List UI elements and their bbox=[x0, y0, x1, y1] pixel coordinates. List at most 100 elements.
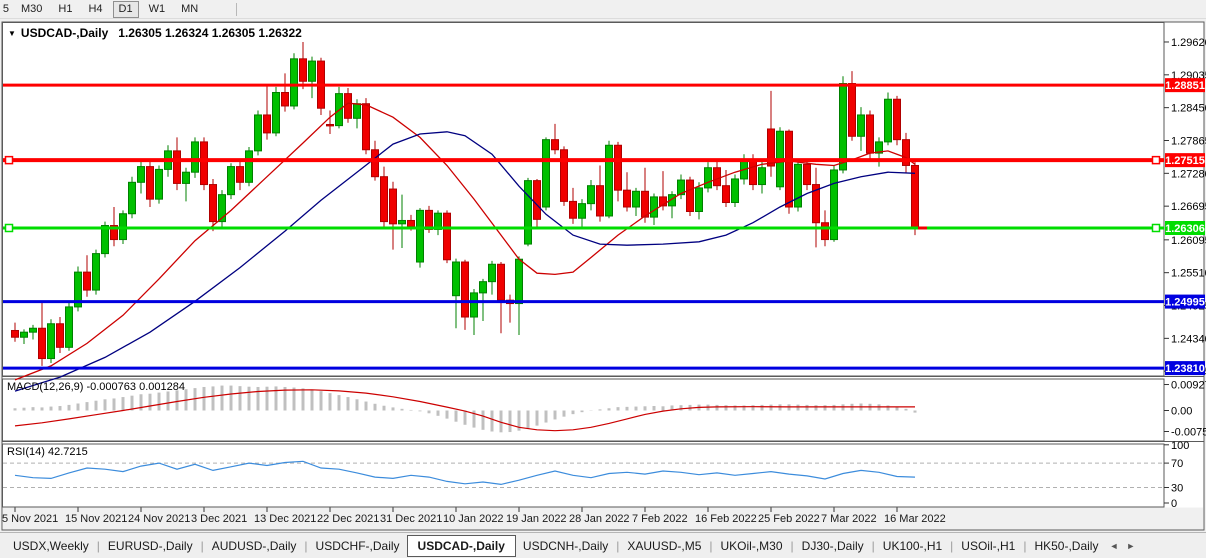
candle-body bbox=[651, 197, 658, 217]
price-badge-label: 1.28851 bbox=[1165, 80, 1205, 92]
tab-dj30-daily[interactable]: DJ30-,Daily bbox=[795, 535, 871, 557]
time-tick-label: 5 Nov 2021 bbox=[2, 513, 58, 525]
candle-body bbox=[201, 142, 208, 185]
time-tick-label: 16 Mar 2022 bbox=[884, 513, 946, 525]
candle-body bbox=[57, 324, 64, 348]
time-tick-label: 25 Feb 2022 bbox=[758, 513, 820, 525]
time-tick-label: 16 Feb 2022 bbox=[695, 513, 757, 525]
candle-body bbox=[183, 172, 190, 183]
rsi-tick-label: 100 bbox=[1171, 440, 1189, 452]
tab-usdx-weekly[interactable]: USDX,Weekly bbox=[6, 535, 96, 557]
candle-body bbox=[30, 328, 37, 332]
candle-body bbox=[48, 324, 55, 359]
candle-body bbox=[561, 150, 568, 202]
timeframe-button-MN[interactable]: MN bbox=[175, 1, 204, 18]
timeframe-button-D1[interactable]: D1 bbox=[113, 1, 139, 18]
candle-body bbox=[705, 168, 712, 188]
candle-body bbox=[282, 92, 289, 105]
price-tick-label: 1.26095 bbox=[1171, 235, 1206, 247]
candle-body bbox=[642, 191, 649, 217]
rsi-tick-label: 70 bbox=[1171, 458, 1183, 470]
tab-usdcad-daily[interactable]: USDCAD-,Daily bbox=[407, 535, 516, 557]
macd-tick-label: -0.007504 bbox=[1171, 427, 1206, 439]
candle-body bbox=[723, 186, 730, 203]
candle-body bbox=[534, 181, 541, 220]
line-handle[interactable] bbox=[6, 224, 13, 231]
main-pane[interactable] bbox=[3, 23, 1165, 377]
candle-body bbox=[714, 168, 721, 186]
price-tick-label: 1.29620 bbox=[1171, 37, 1206, 49]
candle-body bbox=[354, 104, 361, 119]
tabs-scroll-left-icon[interactable]: ◄ bbox=[1105, 541, 1122, 551]
chart-window[interactable]: 1.296201.290351.284501.278651.272801.266… bbox=[0, 0, 1206, 558]
time-tick-label: 22 Dec 2021 bbox=[317, 513, 379, 525]
price-tick-label: 1.27865 bbox=[1171, 135, 1206, 147]
rsi-pane[interactable] bbox=[3, 444, 1165, 507]
price-tick-label: 1.25510 bbox=[1171, 268, 1206, 280]
candle-body bbox=[84, 272, 91, 290]
candle-body bbox=[408, 220, 415, 226]
candle-body bbox=[93, 254, 100, 290]
candle-body bbox=[624, 190, 631, 207]
candle-body bbox=[525, 181, 532, 244]
tabs-scroll-right-icon[interactable]: ► bbox=[1122, 541, 1139, 551]
candle-body bbox=[606, 145, 613, 216]
time-tick-label: 28 Jan 2022 bbox=[569, 513, 630, 525]
price-badge-label: 1.27515 bbox=[1165, 155, 1205, 167]
time-tick-label: 15 Nov 2021 bbox=[65, 513, 127, 525]
candle-body bbox=[39, 328, 46, 358]
candle-body bbox=[696, 188, 703, 212]
timeframe-toolbar: 5M30H1H4 D1W1MN bbox=[0, 0, 1206, 19]
candle-body bbox=[633, 191, 640, 207]
tab-ukoil-m30[interactable]: UKOil-,M30 bbox=[714, 535, 790, 557]
rsi-tick-label: 30 bbox=[1171, 483, 1183, 495]
price-tick-label: 1.27280 bbox=[1171, 168, 1206, 180]
rsi-tick-label: 0 bbox=[1171, 498, 1177, 510]
candle-body bbox=[795, 164, 802, 207]
candle-body bbox=[129, 182, 136, 213]
candle-body bbox=[615, 145, 622, 190]
line-handle[interactable] bbox=[1153, 224, 1160, 231]
candle-body bbox=[849, 84, 856, 137]
candle-body bbox=[750, 161, 757, 185]
candle-body bbox=[372, 150, 379, 177]
tab-eurusd-daily[interactable]: EURUSD-,Daily bbox=[101, 535, 200, 557]
candle-body bbox=[273, 92, 280, 132]
tab-audusd-daily[interactable]: AUDUSD-,Daily bbox=[205, 535, 304, 557]
price-tick-label: 1.24340 bbox=[1171, 333, 1206, 345]
candle-body bbox=[687, 180, 694, 211]
tab-usdchf-daily[interactable]: USDCHF-,Daily bbox=[309, 535, 407, 557]
candle-body bbox=[417, 210, 424, 262]
timeframe-button-M30[interactable]: M30 bbox=[15, 1, 48, 18]
time-tick-label: 3 Dec 2021 bbox=[191, 513, 247, 525]
candle-body bbox=[255, 115, 262, 151]
timeframe-button-H1[interactable]: H1 bbox=[52, 1, 78, 18]
candle-body bbox=[147, 167, 154, 200]
tab-usdcnh-daily[interactable]: USDCNH-,Daily bbox=[516, 535, 615, 557]
tab-uk100-h1[interactable]: UK100-,H1 bbox=[876, 535, 949, 557]
candle-body bbox=[345, 94, 352, 119]
price-badge-label: 1.26306 bbox=[1165, 223, 1205, 235]
timeframe-button-W1[interactable]: W1 bbox=[143, 1, 172, 18]
candle-body bbox=[363, 104, 370, 150]
tab-hk50-daily[interactable]: HK50-,Daily bbox=[1027, 535, 1105, 557]
candle-body bbox=[516, 259, 523, 303]
last-price-dash bbox=[918, 226, 927, 229]
candle-body bbox=[462, 262, 469, 317]
time-tick-label: 31 Dec 2021 bbox=[380, 513, 442, 525]
candle-body bbox=[156, 169, 163, 199]
timeframe-button-5[interactable]: 5 bbox=[0, 1, 11, 18]
candle-body bbox=[300, 59, 307, 81]
tab-xauusd-m5[interactable]: XAUUSD-,M5 bbox=[620, 535, 708, 557]
timeframe-button-H4[interactable]: H4 bbox=[82, 1, 108, 18]
tab-usoil-h1[interactable]: USOil-,H1 bbox=[954, 535, 1022, 557]
macd-tick-label: 0.00 bbox=[1171, 406, 1192, 418]
candle-body bbox=[822, 223, 829, 240]
line-handle[interactable] bbox=[1153, 157, 1160, 164]
candle-body bbox=[597, 186, 604, 216]
price-badge-label: 1.23810 bbox=[1165, 363, 1205, 375]
candle-body bbox=[894, 99, 901, 139]
time-tick-label: 10 Jan 2022 bbox=[443, 513, 504, 525]
candle-body bbox=[543, 140, 550, 207]
line-handle[interactable] bbox=[6, 157, 13, 164]
